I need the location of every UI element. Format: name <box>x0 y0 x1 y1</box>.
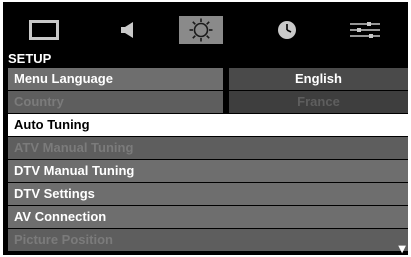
menu-item-label: Auto Tuning <box>8 114 408 136</box>
tab-setup[interactable] <box>179 16 223 44</box>
menu-item-country: Country France <box>8 91 408 113</box>
menu-item-label: DTV Manual Tuning <box>8 160 408 182</box>
menu-item-dtv-manual-tuning[interactable]: DTV Manual Tuning <box>8 160 408 182</box>
tv-osd-menu: SETUP Menu Language English Country Fran… <box>3 2 408 255</box>
clock-icon <box>278 21 296 39</box>
menu-item-label: Picture Position <box>8 229 408 251</box>
menu-item-label: Country <box>8 91 223 113</box>
picture-icon <box>29 20 59 40</box>
menu-item-value: France <box>229 91 408 113</box>
menu-item-value: English <box>229 68 408 90</box>
scroll-down-indicator[interactable]: ▼ <box>398 245 406 255</box>
speaker-icon <box>121 22 133 38</box>
menu-item-av-connection[interactable]: AV Connection <box>8 206 408 228</box>
menu-item-label: AV Connection <box>8 206 408 228</box>
sliders-icon <box>350 22 380 38</box>
gear-icon <box>189 18 213 42</box>
tab-preferences[interactable] <box>343 16 387 44</box>
menu-item-picture-position: Picture Position <box>8 229 408 251</box>
menu-item-auto-tuning[interactable]: Auto Tuning <box>8 114 408 136</box>
tab-sound[interactable] <box>106 16 150 44</box>
menu-item-label: Menu Language <box>8 68 223 90</box>
menu-item-atv-manual-tuning: ATV Manual Tuning <box>8 137 408 159</box>
menu-title: SETUP <box>8 51 52 66</box>
menu-tab-bar <box>3 2 408 50</box>
menu-item-dtv-settings[interactable]: DTV Settings <box>8 183 408 205</box>
tab-timer[interactable] <box>265 16 309 44</box>
tab-picture[interactable] <box>22 16 66 44</box>
menu-item-label: DTV Settings <box>8 183 408 205</box>
menu-item-menu-language[interactable]: Menu Language English <box>8 68 408 90</box>
setup-menu-list: Menu Language English Country France Aut… <box>8 68 408 252</box>
menu-item-label: ATV Manual Tuning <box>8 137 408 159</box>
